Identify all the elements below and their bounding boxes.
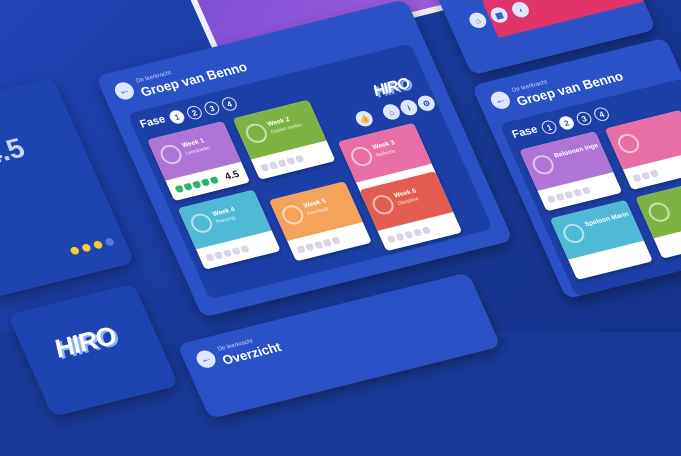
hiro-logo: HIRO — [49, 321, 121, 365]
week-card[interactable]: Week 2 Doelen stellen — [233, 100, 336, 180]
right-fase-label: Fase — [510, 124, 539, 141]
main-panel: ← De leerkracht Groep van Benno Fase 1 2… — [95, 0, 513, 318]
hand-icon — [209, 176, 219, 184]
right-card[interactable]: Speloon Marin — [550, 200, 653, 280]
home-button[interactable]: ⌂ — [467, 11, 489, 30]
hand-icon — [296, 245, 306, 253]
hand-icon — [277, 159, 287, 167]
target-icon — [243, 122, 271, 145]
hand-icon — [231, 247, 241, 255]
main-hiro-logo: HIRO — [370, 76, 412, 101]
check-icon — [369, 193, 397, 216]
heart-icon — [348, 145, 376, 168]
card-week: Speloon Marin — [584, 211, 630, 228]
card-week: Beloonen Inge — [553, 142, 599, 159]
dot — [69, 246, 80, 255]
dot — [104, 237, 115, 246]
chat-icon — [279, 203, 307, 226]
heart-icon — [615, 132, 643, 155]
hand-icon — [240, 244, 250, 252]
hand-icon — [547, 195, 557, 203]
fase-label: Fase — [138, 113, 167, 130]
hand-icon — [395, 232, 405, 240]
lightbulb-icon — [157, 143, 185, 166]
hand-icon — [286, 157, 296, 165]
bottom-back-button[interactable]: ← — [194, 349, 219, 370]
right-fase-2-button[interactable]: 2 — [557, 115, 576, 131]
week-card[interactable]: Week 4 Planning — [178, 190, 281, 270]
hand-icon — [314, 240, 324, 248]
dot — [81, 243, 92, 252]
hand-icon — [192, 180, 202, 188]
hand-icon — [174, 184, 184, 192]
scene: 4.5 HIRO ← De leerkracht Groep van Benno… — [0, 0, 681, 402]
hand-icon — [295, 154, 305, 162]
right-panel: ← De leerkracht Groep van Benno Fase 1 2… — [471, 37, 681, 299]
week-card[interactable]: Week 1 Leerdoelen 4.5 — [147, 121, 250, 201]
hand-icon — [331, 236, 341, 244]
hand-icon — [268, 161, 278, 169]
card-header — [635, 179, 681, 239]
card-score: 4.5 — [223, 169, 241, 183]
right-fase-3-button[interactable]: 3 — [574, 110, 593, 126]
hand-icon — [641, 171, 651, 179]
target-icon — [645, 200, 673, 223]
hand-icon — [413, 228, 423, 236]
right-card[interactable]: Beloonen Inge — [519, 131, 622, 211]
dot — [93, 240, 104, 249]
right-fase-4-button[interactable]: 4 — [592, 106, 611, 122]
hand-icon — [205, 253, 215, 261]
hand-icon — [581, 186, 591, 194]
thumb-button[interactable]: 👍 — [353, 109, 375, 128]
right-fase-1-button[interactable]: 1 — [539, 119, 558, 135]
left-score: 4.5 — [0, 132, 30, 171]
list-icon — [560, 222, 588, 245]
fase-1-button[interactable]: 1 — [167, 109, 186, 125]
back-button[interactable]: ← — [112, 80, 137, 101]
left-dots — [69, 237, 115, 255]
hand-icon — [564, 190, 574, 198]
fase-4-button[interactable]: 4 — [220, 96, 239, 112]
hand-icon — [421, 226, 431, 234]
hand-icon — [573, 188, 583, 196]
hand-icon — [214, 251, 224, 259]
hand-icon — [649, 169, 659, 177]
fase-3-button[interactable]: 3 — [202, 100, 221, 116]
right-inner: Fase 1 2 3 4 Beloonen Inge — [499, 78, 681, 297]
week-card[interactable]: Week 5 Feedback — [269, 181, 372, 261]
hand-icon — [305, 243, 315, 251]
hand-icon — [322, 238, 332, 246]
fase-2-button[interactable]: 2 — [185, 104, 204, 120]
right-back-button[interactable]: ← — [488, 90, 513, 111]
hand-icon — [201, 178, 211, 186]
hand-icon — [632, 173, 642, 181]
hand-icon — [222, 249, 232, 257]
hand-icon — [386, 235, 396, 243]
hand-icon — [555, 193, 565, 201]
list-icon — [188, 211, 216, 234]
hand-icon — [183, 182, 193, 190]
heart-icon — [529, 153, 557, 176]
settings-button[interactable]: ⚙ — [415, 94, 437, 113]
hand-icon — [404, 230, 414, 238]
hand-icon — [260, 163, 270, 171]
